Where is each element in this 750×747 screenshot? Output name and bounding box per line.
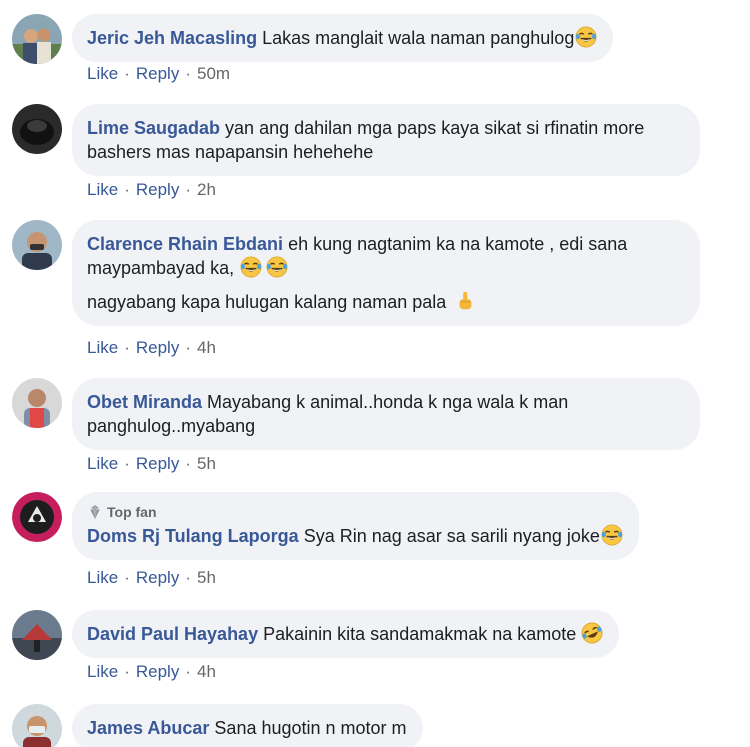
like-button[interactable]: Like — [87, 454, 118, 473]
avatar[interactable] — [12, 704, 62, 747]
joy-emoji — [601, 524, 623, 546]
joy-emoji — [266, 256, 288, 278]
comment-bubble: Clarence Rhain Ebdani eh kung nagtanim k… — [72, 220, 700, 326]
like-button[interactable]: Like — [87, 64, 118, 83]
comment-paragraph: nagyabang kapa hulugan kalang naman pala — [87, 290, 684, 314]
separator: · — [185, 662, 191, 681]
comment-actions: Like · Reply · 4h — [87, 662, 216, 682]
reply-button[interactable]: Reply — [136, 64, 179, 83]
comment-author[interactable]: Jeric Jeh Macasling — [87, 28, 257, 48]
separator: · — [124, 338, 130, 357]
comment-actions: Like · Reply · 5h — [87, 568, 216, 588]
comment-actions: Like · Reply · 5h — [87, 454, 216, 474]
comment-text: Sya Rin nag asar sa sarili nyang joke — [303, 526, 600, 546]
comment-bubble: Top fan Doms Rj Tulang Laporga Sya Rin n… — [72, 492, 639, 560]
comment-actions: Like · Reply · 2h — [87, 180, 216, 200]
comment-timestamp[interactable]: 5h — [197, 568, 216, 587]
separator: · — [124, 568, 130, 587]
comment-author[interactable]: Clarence Rhain Ebdani — [87, 234, 283, 254]
reply-button[interactable]: Reply — [136, 180, 179, 199]
top-fan-label: Top fan — [107, 504, 157, 520]
comment-text: Sana hugotin n motor m — [214, 718, 407, 738]
comment-text: nagyabang kapa hulugan kalang naman pala — [87, 292, 447, 312]
comment-author[interactable]: James Abucar — [87, 718, 209, 738]
comment-actions: Like · Reply · 4h — [87, 338, 216, 358]
middle-finger-emoji — [454, 290, 476, 312]
comment-text: Pakainin kita sandamakmak na kamote — [263, 624, 577, 644]
comment-timestamp[interactable]: 4h — [197, 662, 216, 681]
rofl-emoji — [581, 622, 603, 644]
separator: · — [124, 454, 130, 473]
avatar[interactable] — [12, 492, 62, 542]
like-button[interactable]: Like — [87, 662, 118, 681]
joy-emoji — [240, 256, 262, 278]
top-fan-badge: Top fan — [87, 504, 623, 520]
reply-button[interactable]: Reply — [136, 338, 179, 357]
comment-text: Lakas manglait wala naman panghulog — [262, 28, 575, 48]
comment-actions: Like · Reply · 50m — [87, 64, 230, 84]
comment-author[interactable]: Obet Miranda — [87, 392, 202, 412]
avatar[interactable] — [12, 14, 62, 64]
separator: · — [185, 64, 191, 83]
comment-bubble: James Abucar Sana hugotin n motor m — [72, 704, 423, 747]
comment-author[interactable]: Doms Rj Tulang Laporga — [87, 526, 299, 546]
comment-bubble: Obet Miranda Mayabang k animal..honda k … — [72, 378, 700, 450]
comment-timestamp[interactable]: 50m — [197, 64, 230, 83]
like-button[interactable]: Like — [87, 180, 118, 199]
comment-bubble: Jeric Jeh Macasling Lakas manglait wala … — [72, 14, 614, 62]
comment-bubble: David Paul Hayahay Pakainin kita sandama… — [72, 610, 620, 658]
separator: · — [185, 338, 191, 357]
like-button[interactable]: Like — [87, 338, 118, 357]
reply-button[interactable]: Reply — [136, 454, 179, 473]
like-button[interactable]: Like — [87, 568, 118, 587]
separator: · — [185, 568, 191, 587]
comment-timestamp[interactable]: 4h — [197, 338, 216, 357]
separator: · — [124, 180, 130, 199]
separator: · — [185, 454, 191, 473]
comment-timestamp[interactable]: 2h — [197, 180, 216, 199]
separator: · — [124, 64, 130, 83]
comment-list: Jeric Jeh Macasling Lakas manglait wala … — [0, 0, 750, 747]
avatar[interactable] — [12, 378, 62, 428]
avatar[interactable] — [12, 220, 62, 270]
reply-button[interactable]: Reply — [136, 662, 179, 681]
comment-timestamp[interactable]: 5h — [197, 454, 216, 473]
comment-author[interactable]: Lime Saugadab — [87, 118, 220, 138]
avatar[interactable] — [12, 104, 62, 154]
comment-bubble: Lime Saugadab yan ang dahilan mga paps k… — [72, 104, 700, 176]
comment-author[interactable]: David Paul Hayahay — [87, 624, 258, 644]
reply-button[interactable]: Reply — [136, 568, 179, 587]
separator: · — [185, 180, 191, 199]
separator: · — [124, 662, 130, 681]
joy-emoji — [575, 26, 597, 48]
avatar[interactable] — [12, 610, 62, 660]
diamond-icon — [90, 505, 100, 519]
